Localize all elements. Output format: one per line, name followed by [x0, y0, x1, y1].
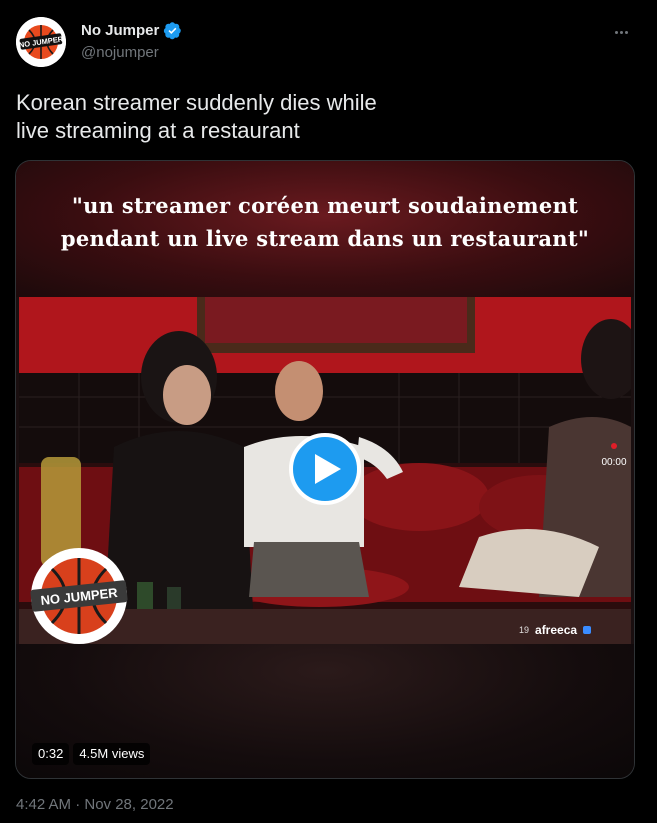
watermark-logo: NO JUMPER — [30, 548, 128, 644]
more-dot — [614, 30, 618, 34]
tweet-text: Korean streamer suddenly dies while live… — [16, 90, 377, 143]
video-duration: 0:32 — [32, 743, 70, 765]
video-caption: "un streamer coréen meurt soudainement p… — [60, 193, 590, 251]
afreeca-logo-text: afreeca — [535, 623, 578, 637]
video-info-pills: 0:32 4.5M views — [32, 743, 151, 765]
tweet: NO JUMPER No Jumper @nojumper Korean str… — [0, 0, 657, 823]
play-button[interactable] — [289, 433, 361, 505]
tweet-timestamp[interactable]: 4:42 AM · Nov 28, 2022 — [16, 796, 174, 813]
afreeca-tv-icon — [583, 626, 592, 634]
age-rating: 19 — [519, 625, 530, 635]
more-dot — [619, 30, 623, 34]
video-views: 4.5M views — [73, 743, 151, 765]
author-handle[interactable]: @nojumper — [81, 44, 159, 61]
stream-timer-overlay: 00:00 — [596, 437, 631, 483]
author-name-row[interactable]: No Jumper — [81, 21, 182, 40]
more-dot — [624, 30, 628, 34]
stream-timer-text: 00:00 — [601, 457, 627, 468]
display-name[interactable]: No Jumper — [81, 22, 159, 39]
verified-badge-icon — [164, 22, 182, 40]
broadcaster-logo: 19 afreeca — [519, 623, 592, 637]
video-frame[interactable]: 00:00 NO JUMPER 19 afreeca — [19, 297, 631, 644]
no-jumper-logo: NO JUMPER — [16, 17, 66, 67]
more-options-button[interactable] — [609, 22, 633, 42]
live-dot-icon — [611, 443, 617, 449]
video-player[interactable]: "un streamer coréen meurt soudainement p… — [15, 160, 635, 779]
play-icon — [315, 454, 341, 484]
no-jumper-watermark: NO JUMPER — [25, 542, 133, 644]
avatar[interactable]: NO JUMPER — [16, 17, 66, 67]
